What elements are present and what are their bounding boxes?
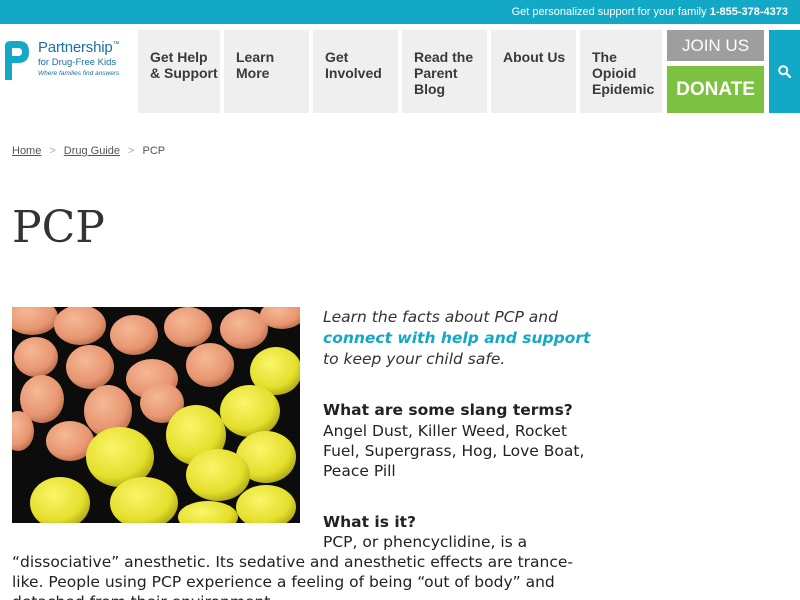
what-is-it-answer: PCP, or phencyclidine, is a “dissociativ… — [12, 533, 573, 600]
site-logo[interactable]: Partnership™ for Drug-Free Kids Where fa… — [2, 36, 132, 86]
donate-button[interactable]: DONATE — [667, 66, 764, 113]
nav-get-involved[interactable]: Get Involved — [313, 30, 398, 113]
nav-about-us[interactable]: About Us — [491, 30, 576, 113]
breadcrumb-separator: > — [128, 145, 135, 157]
breadcrumb-home[interactable]: Home — [12, 145, 41, 157]
nav-get-help[interactable]: Get Help & Support — [138, 30, 220, 113]
join-us-button[interactable]: JOIN US — [667, 30, 764, 61]
slang-terms-heading: What are some slang terms? — [323, 401, 573, 419]
support-text: Get personalized support for your family — [511, 6, 707, 18]
logo-name: Partnership — [38, 39, 113, 56]
support-phone-link[interactable]: 1-855-378-4373 — [710, 6, 788, 18]
nav-parent-blog[interactable]: Read the Parent Blog — [402, 30, 487, 113]
help-support-link[interactable]: connect with help and support — [323, 329, 590, 347]
intro-suffix: to keep your child safe. — [323, 350, 506, 368]
logo-subtitle: for Drug-Free Kids — [38, 57, 117, 68]
breadcrumb: Home > Drug Guide > PCP — [12, 145, 165, 157]
breadcrumb-drug-guide[interactable]: Drug Guide — [64, 145, 120, 157]
partnership-p-logo-icon — [5, 41, 29, 80]
logo-trademark: ™ — [112, 41, 120, 48]
search-icon — [778, 65, 791, 78]
what-is-it-heading: What is it? — [323, 513, 417, 531]
nav-opioid-epidemic[interactable]: The Opioid Epidemic — [580, 30, 662, 113]
breadcrumb-separator: > — [49, 145, 56, 157]
breadcrumb-current: PCP — [142, 145, 166, 157]
search-button[interactable] — [769, 30, 800, 113]
intro-text: Learn the facts about PCP and connect wi… — [323, 307, 593, 370]
pcp-pills-image — [12, 307, 300, 523]
logo-tagline: Where families find answers — [38, 70, 120, 77]
top-support-bar: Get personalized support for your family… — [0, 0, 800, 24]
intro-prefix: Learn the facts about PCP and — [323, 308, 558, 326]
nav-learn-more[interactable]: Learn More — [224, 30, 309, 113]
slang-terms-answer: Angel Dust, Killer Weed, Rocket Fuel, Su… — [323, 422, 585, 480]
page-title: PCP — [12, 202, 105, 253]
